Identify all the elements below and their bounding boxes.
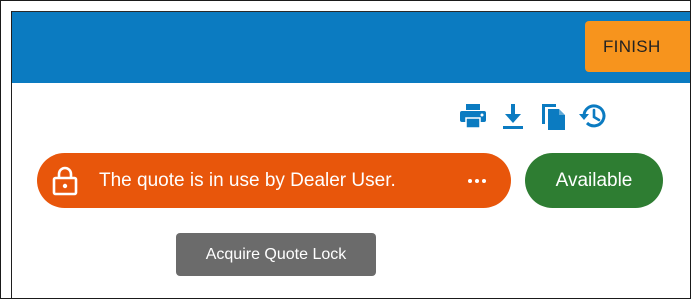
acquire-lock-tooltip: Acquire Quote Lock (176, 233, 376, 276)
panel-border (11, 11, 12, 298)
quote-toolbar (453, 97, 613, 135)
history-icon[interactable] (573, 97, 613, 135)
print-icon[interactable] (453, 97, 493, 135)
more-options-icon[interactable] (468, 153, 489, 208)
lock-icon (52, 166, 78, 196)
finish-button[interactable]: FINISH (585, 21, 690, 72)
quote-lock-banner[interactable]: The quote is in use by Dealer User. (37, 153, 511, 208)
quote-panel: FINISH The quote is in use by Dealer Use… (0, 0, 691, 299)
copy-icon[interactable] (533, 97, 573, 135)
status-badge: Available (525, 153, 663, 208)
download-icon[interactable] (493, 97, 533, 135)
lock-message: The quote is in use by Dealer User. (99, 170, 396, 191)
